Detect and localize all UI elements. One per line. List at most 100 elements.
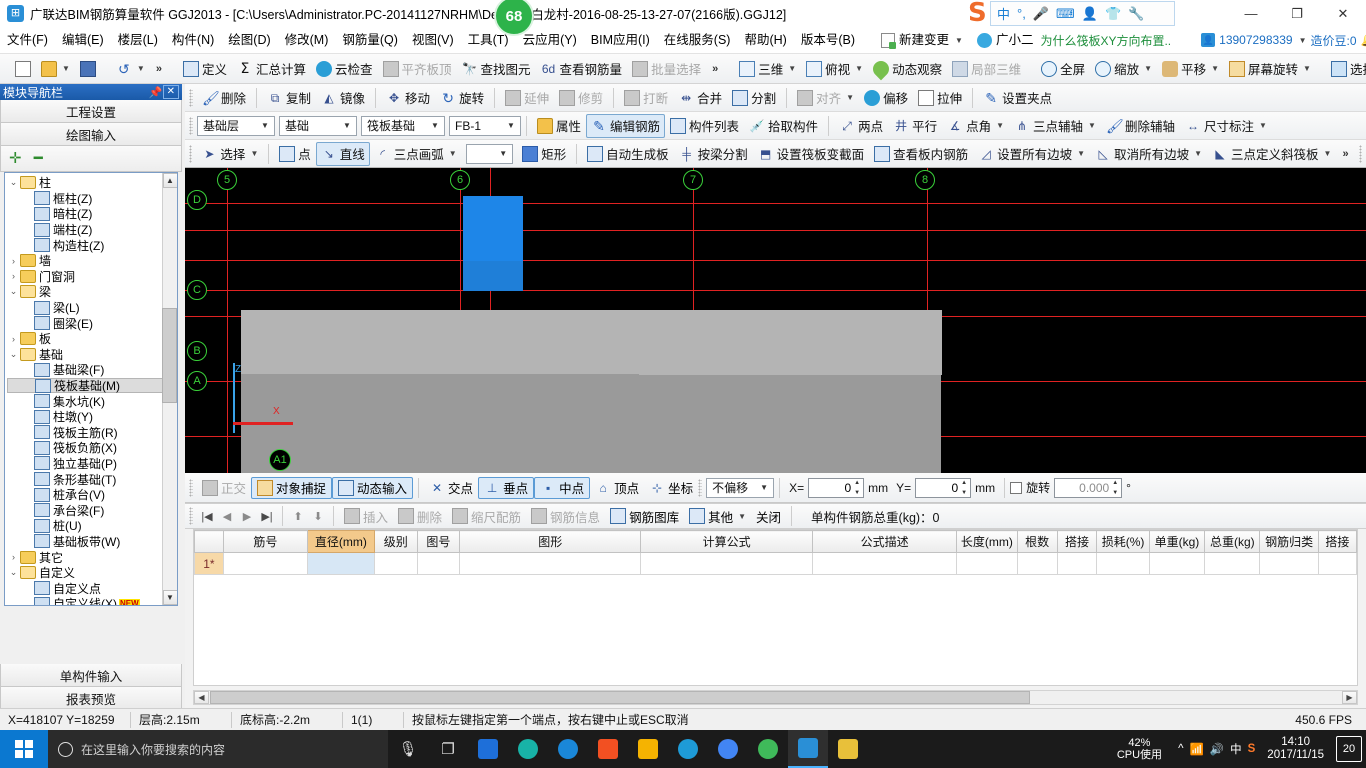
- toolbar-overflow-1[interactable]: »: [150, 63, 168, 75]
- coordinate-snap-toggle[interactable]: ⊹ 坐标: [644, 477, 698, 499]
- tree-item-7[interactable]: ⌄ 梁: [7, 284, 163, 300]
- y-offset-input[interactable]: 0 ▲ ▼: [915, 477, 972, 498]
- promo-link[interactable]: 为什么筏板XY方向布置..: [1040, 32, 1171, 49]
- chevron-down-icon[interactable]: ⌄: [7, 567, 20, 578]
- tree-item-1[interactable]: 框柱(Z): [7, 191, 163, 207]
- three-point-aux-axis-button[interactable]: ⋔ 三点辅轴 ▼: [1009, 114, 1101, 138]
- fullscreen-button[interactable]: 全屏: [1036, 57, 1090, 81]
- scroll-left-icon[interactable]: ◀: [194, 691, 209, 704]
- point-tool-button[interactable]: 点: [274, 142, 316, 166]
- column-header-8[interactable]: 长度(mm): [956, 530, 1018, 553]
- tree-item-12[interactable]: 基础梁(F): [7, 362, 163, 378]
- tab-drawing-input[interactable]: 绘图输入: [0, 123, 182, 146]
- selected-element-bottom[interactable]: [463, 261, 523, 291]
- pin-icon[interactable]: 📌: [149, 86, 163, 99]
- save-button[interactable]: [75, 57, 101, 81]
- rebar-library-button[interactable]: 钢筋图库: [605, 505, 684, 528]
- table-cell-0[interactable]: [222, 552, 308, 575]
- toolbar-grip[interactable]: [189, 507, 193, 525]
- draw-extra-select[interactable]: ▼: [465, 143, 514, 164]
- ime-mic-icon[interactable]: 🎤: [1033, 6, 1049, 22]
- three-point-slanted-raft-button[interactable]: ◣ 三点定义斜筏板 ▼: [1207, 142, 1336, 166]
- table-cell-14[interactable]: [1317, 552, 1357, 575]
- ime-tools-icon[interactable]: 🔧: [1128, 6, 1144, 22]
- tree-item-0[interactable]: ⌄ 柱: [7, 175, 163, 191]
- menu-version[interactable]: 版本号(B): [794, 27, 862, 54]
- rebar-horizontal-scrollbar[interactable]: ◀ ▶: [193, 690, 1358, 705]
- table-cell-6[interactable]: [812, 552, 958, 575]
- table-cell-5[interactable]: [640, 552, 814, 575]
- ime-skin-icon[interactable]: 👕: [1105, 6, 1121, 22]
- scroll-up-icon[interactable]: ▲: [162, 173, 177, 188]
- move-button[interactable]: ✥ 移动: [381, 86, 435, 110]
- vertex-snap-toggle[interactable]: ⌂ 顶点: [590, 477, 644, 499]
- tree-item-17[interactable]: 筏板负筋(X): [7, 440, 163, 456]
- next-record-button[interactable]: ▶: [237, 510, 257, 523]
- tab-report-preview[interactable]: 报表预览: [0, 687, 182, 710]
- column-header-11[interactable]: 损耗(%): [1096, 530, 1150, 553]
- account-phone[interactable]: 13907298339: [1219, 33, 1292, 47]
- tree-item-4[interactable]: 构造柱(Z): [7, 237, 163, 253]
- table-cell-10[interactable]: [1096, 552, 1150, 575]
- cortana-mic-icon[interactable]: 🎙: [388, 730, 428, 768]
- two-point-axis-button[interactable]: ⤢ 两点: [834, 114, 888, 138]
- component-tree[interactable]: ⌄ 柱框柱(Z) 暗柱(Z) 端柱(Z) 构造柱(Z) › 墙 › 门窗洞 ⌄ 梁梁(L) 圈梁(E)…: [4, 172, 178, 606]
- drawing-canvas[interactable]: 5 6 7 8 D C B A A1 Z X: [185, 168, 1366, 473]
- maximize-button[interactable]: ❐: [1274, 0, 1320, 27]
- undo-button[interactable]: ↺ ▼: [111, 57, 150, 81]
- component-name-select[interactable]: FB-1 ▼: [449, 115, 521, 136]
- table-cell-2[interactable]: [373, 552, 418, 575]
- notification-badge[interactable]: 20: [1336, 736, 1362, 762]
- chevron-down-icon[interactable]: ⌄: [7, 349, 20, 360]
- table-cell-7[interactable]: [956, 552, 1018, 575]
- taskbar-app-store[interactable]: [588, 730, 628, 768]
- taskbar-app-google[interactable]: [708, 730, 748, 768]
- edit-rebar-button[interactable]: ✎ 编辑钢筋: [586, 113, 666, 138]
- tree-item-13[interactable]: 筏板基础(M): [7, 377, 163, 394]
- first-record-button[interactable]: |◀: [197, 510, 217, 523]
- view-rebar-button[interactable]: 6d 查看钢筋量: [536, 57, 628, 81]
- parallel-axis-button[interactable]: 井 平行: [888, 114, 942, 138]
- cloud-check-button[interactable]: 云检查: [311, 57, 378, 81]
- table-cell-9[interactable]: [1056, 552, 1098, 575]
- column-header-9[interactable]: 根数: [1016, 530, 1058, 553]
- tree-item-11[interactable]: ⌄ 基础: [7, 347, 163, 363]
- rotate-input[interactable]: 0.000 ▲ ▼: [1054, 477, 1123, 498]
- toolbar-grip[interactable]: [698, 478, 703, 497]
- scroll-down-icon[interactable]: ▼: [162, 590, 177, 605]
- column-header-1[interactable]: 筋号: [222, 530, 308, 553]
- taskbar-app-sticky[interactable]: [468, 730, 508, 768]
- menu-modify[interactable]: 修改(M): [278, 27, 336, 54]
- menu-file[interactable]: 文件(F): [0, 27, 55, 54]
- tree-item-14[interactable]: 集水坑(K): [7, 393, 163, 409]
- column-header-5[interactable]: 图形: [459, 530, 642, 553]
- table-cell-4[interactable]: [459, 552, 642, 575]
- delete-button[interactable]: 🖌 删除: [197, 86, 251, 110]
- table-cell-12[interactable]: [1204, 552, 1261, 575]
- taskbar-search[interactable]: 在这里输入你要搜索的内容: [48, 730, 388, 768]
- close-panel-icon[interactable]: ✕: [162, 85, 179, 99]
- draw-toolbar-overflow[interactable]: »: [1336, 148, 1354, 160]
- tree-item-19[interactable]: 条形基础(T): [7, 471, 163, 487]
- collapse-all-icon[interactable]: ━: [34, 151, 43, 166]
- pick-component-button[interactable]: 💉 拾取构件: [744, 114, 823, 138]
- minimize-button[interactable]: —: [1228, 0, 1274, 27]
- component-type-select[interactable]: 筏板基础 ▼: [361, 115, 445, 136]
- merge-button[interactable]: ⇹ 合并: [673, 86, 727, 110]
- move-up-button[interactable]: ⬆: [288, 510, 308, 523]
- other-button[interactable]: 其他 ▼: [684, 505, 751, 528]
- find-element-button[interactable]: 🔭 查找图元: [457, 57, 536, 81]
- chevron-right-icon[interactable]: ›: [7, 271, 20, 281]
- tree-scroll-thumb[interactable]: [162, 308, 177, 403]
- tree-item-27[interactable]: 自定义线(X) NEW: [7, 596, 163, 605]
- hscroll-thumb[interactable]: [210, 691, 1030, 704]
- taskbar-app-spiral[interactable]: [508, 730, 548, 768]
- rebar-table[interactable]: 筋号 直径(mm) 级别 图号 图形 计算公式 公式描述 长度(mm) 根数 搭接 损耗(%) 单重(…: [194, 530, 1357, 575]
- new-change-button[interactable]: 新建变更 ▼: [874, 27, 970, 54]
- open-file-button[interactable]: ▼: [36, 57, 75, 81]
- tree-item-6[interactable]: › 门窗洞: [7, 269, 163, 285]
- column-header-6[interactable]: 计算公式: [640, 530, 814, 553]
- tray-expand-icon[interactable]: ^: [1178, 743, 1183, 755]
- tree-item-18[interactable]: 独立基础(P): [7, 456, 163, 472]
- ime-keyboard-icon[interactable]: ⌨: [1056, 6, 1075, 22]
